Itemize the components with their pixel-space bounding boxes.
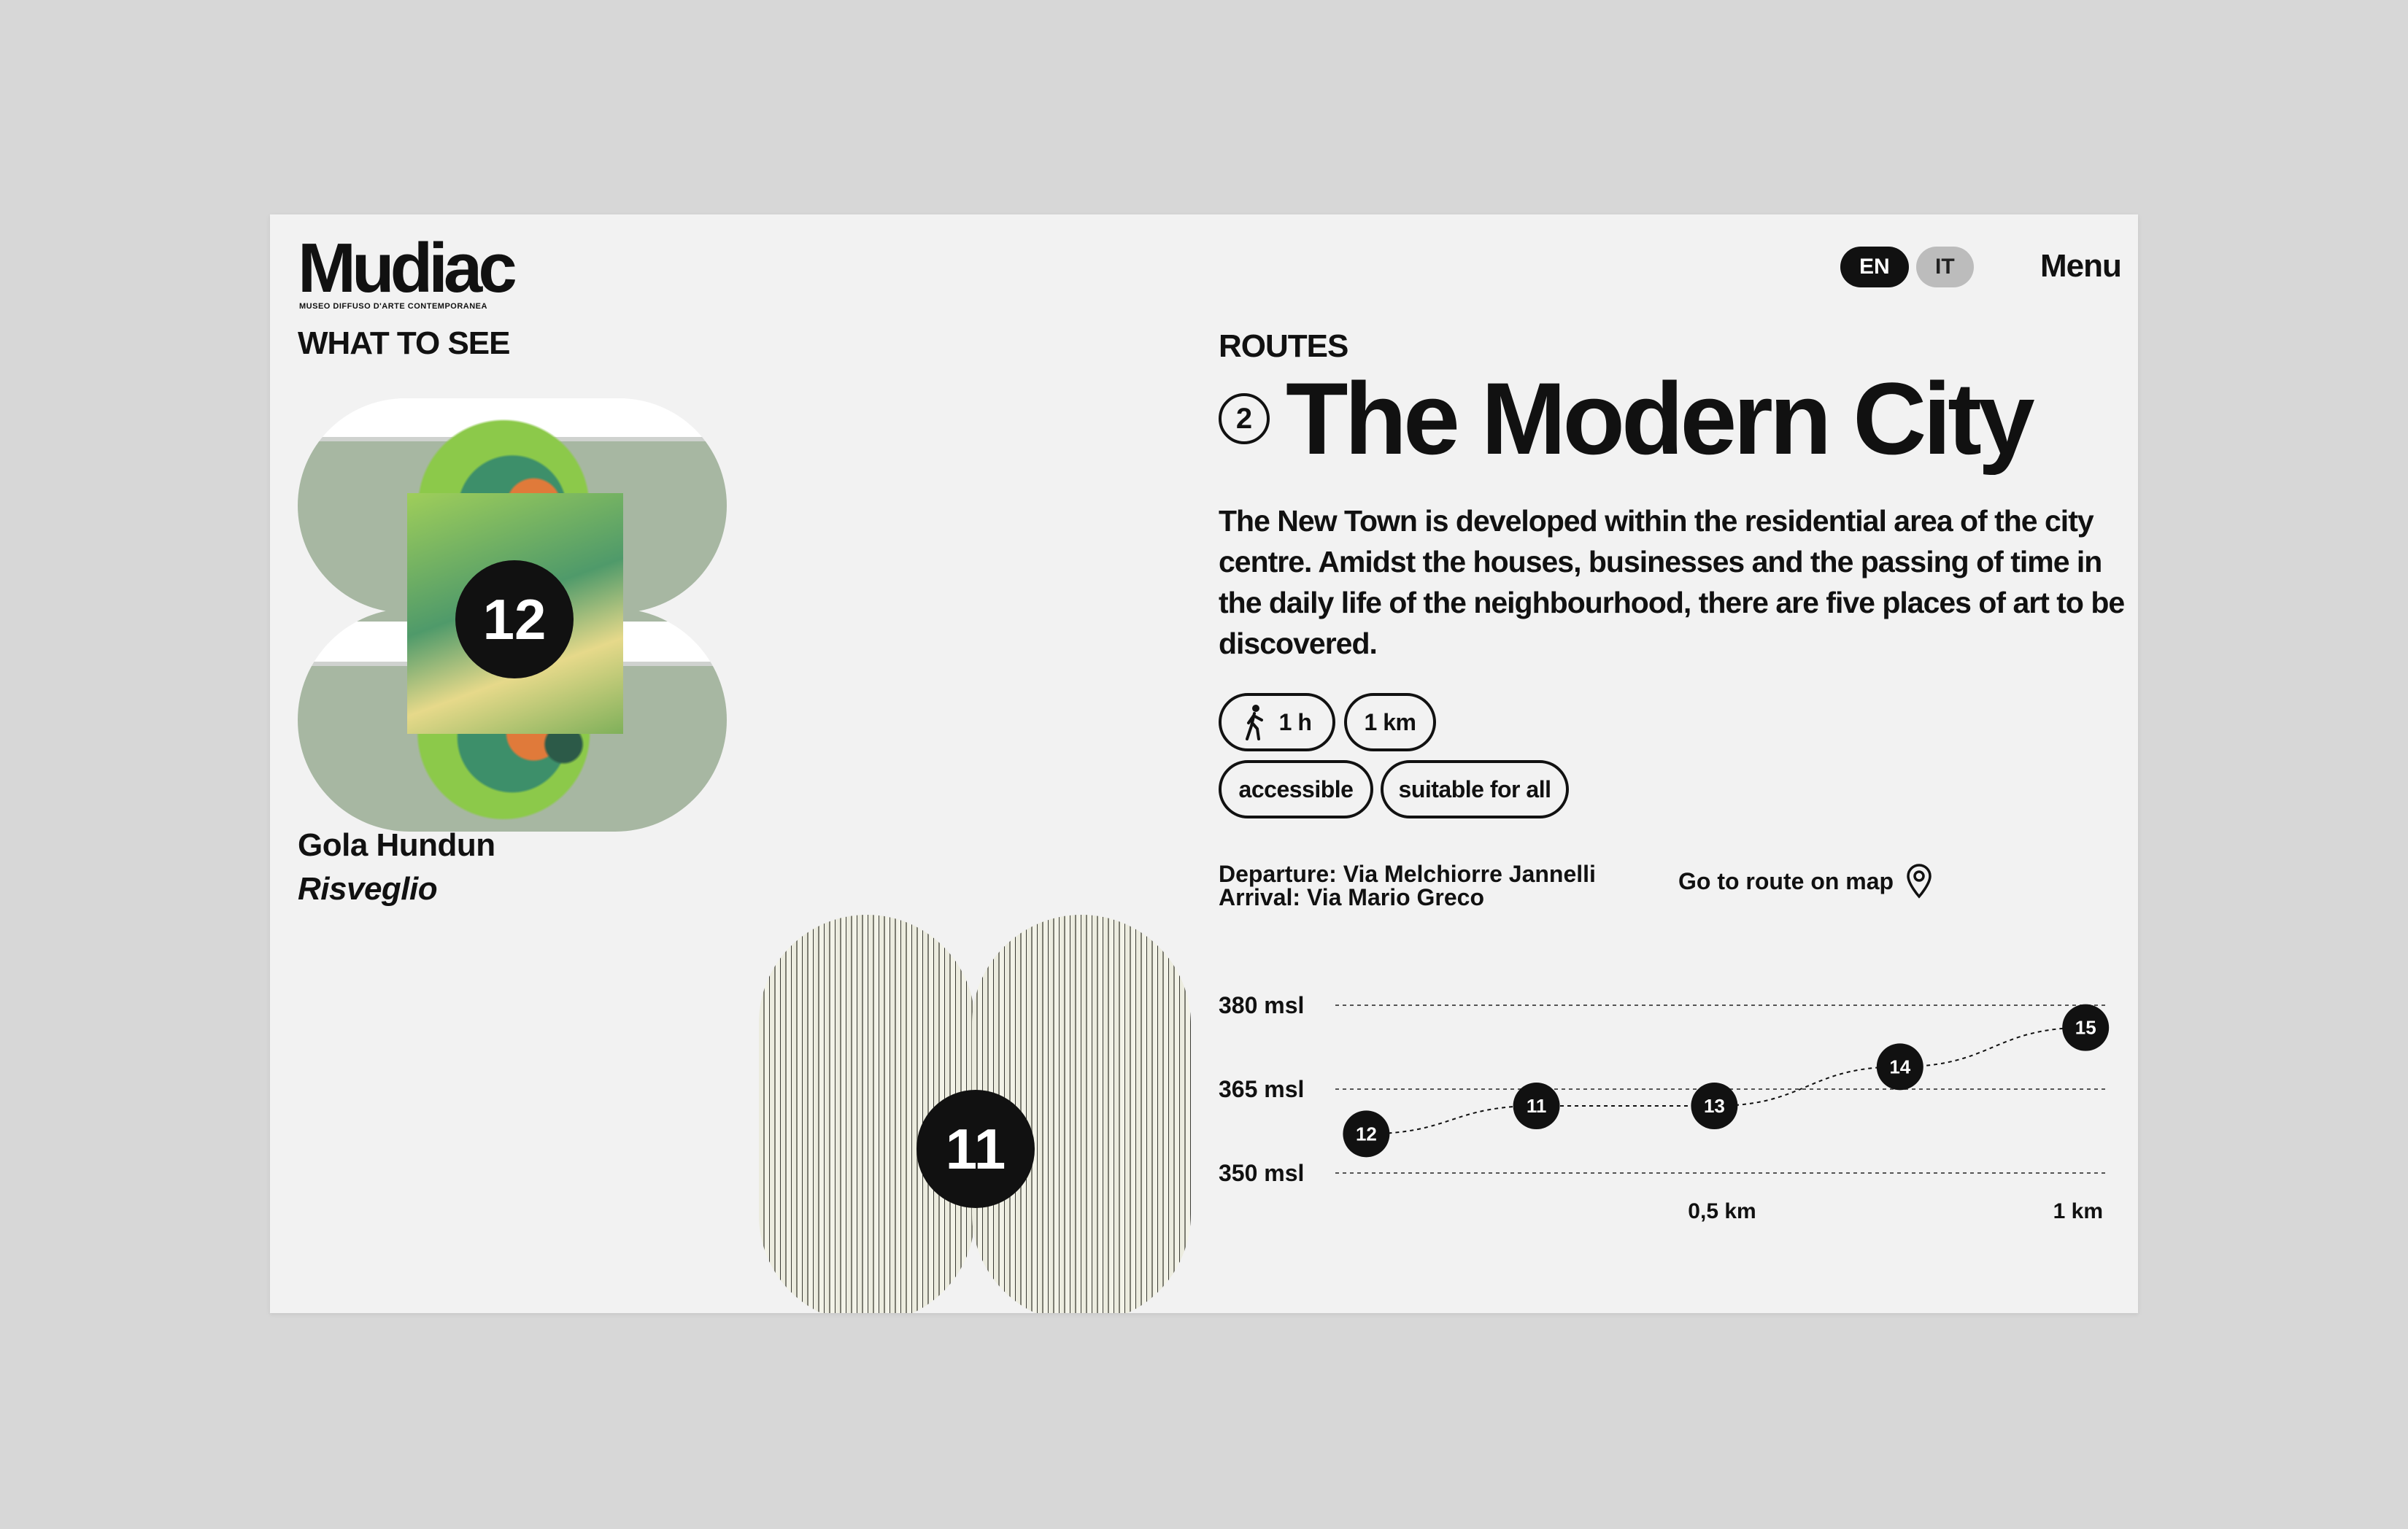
artwork-number-badge: 12 xyxy=(455,560,574,678)
duration-value: 1 h xyxy=(1278,708,1312,735)
y-tick-label: 365 msl xyxy=(1219,1076,1304,1102)
go-to-map-link[interactable]: Go to route on map xyxy=(1678,864,1933,899)
logo-subtitle: MUSEO DIFFUSO D'ARTE CONTEMPORANEA xyxy=(299,302,487,311)
language-it-button[interactable]: IT xyxy=(1916,247,1974,287)
route-stop-label: 13 xyxy=(1704,1095,1725,1117)
y-tick-label: 380 msl xyxy=(1219,992,1304,1018)
y-tick-label: 350 msl xyxy=(1219,1160,1304,1186)
artwork-card-11[interactable]: 11 xyxy=(759,915,1191,1313)
tag-pill-suitable-for-all: suitable for all xyxy=(1381,760,1569,818)
route-stop-point[interactable]: 12 xyxy=(1343,1110,1390,1158)
arrival-text: Arrival: Via Mario Greco xyxy=(1219,884,1484,910)
route-stop-label: 14 xyxy=(1889,1056,1910,1077)
route-heading: 2 The Modern City xyxy=(1219,361,2035,476)
route-stop-label: 15 xyxy=(2075,1017,2096,1039)
route-stop-label: 11 xyxy=(1527,1095,1547,1117)
route-stop-point[interactable]: 13 xyxy=(1691,1083,1738,1129)
route-stop-point[interactable]: 14 xyxy=(1876,1043,1923,1091)
routes-heading: ROUTES xyxy=(1219,328,1348,364)
logo[interactable]: Mudiac MUSEO DIFFUSO D'ARTE CONTEMPORANE… xyxy=(298,229,517,311)
x-tick-label: 1 km xyxy=(2053,1199,2103,1223)
artwork-card-12[interactable]: 12 xyxy=(298,398,727,832)
departure-text: Departure: Via Melchiorre Jannelli xyxy=(1219,861,1596,887)
route-stop-point[interactable]: 15 xyxy=(2062,1004,2110,1051)
tag-pill-accessible: accessible xyxy=(1219,760,1373,818)
walking-person-icon xyxy=(1245,705,1263,740)
route-stop-label: 12 xyxy=(1356,1123,1377,1145)
artwork-number-badge: 11 xyxy=(916,1090,1035,1208)
map-pin-icon xyxy=(1907,864,1932,899)
route-title: The Modern City xyxy=(1286,361,2035,476)
route-endpoints: Departure: Via Melchiorre Jannelli Arriv… xyxy=(1219,862,1596,909)
menu-button[interactable]: Menu xyxy=(2040,248,2122,284)
artwork-title[interactable]: Risveglio xyxy=(298,871,438,907)
duration-pill: 1 h xyxy=(1219,693,1335,751)
distance-pill: 1 km xyxy=(1344,693,1436,751)
map-link-label: Go to route on map xyxy=(1678,867,1894,894)
x-tick-label: 0,5 km xyxy=(1688,1199,1756,1223)
route-number-badge: 2 xyxy=(1219,393,1270,444)
route-description: The New Town is developed within the res… xyxy=(1219,504,2125,660)
logo-wordmark: Mudiac xyxy=(298,229,517,307)
site-frame: Mudiac MUSEO DIFFUSO D'ARTE CONTEMPORANE… xyxy=(270,214,2138,1313)
route-stop-point[interactable]: 11 xyxy=(1513,1083,1560,1129)
artwork-artist[interactable]: Gola Hundun xyxy=(298,827,495,864)
elevation-chart: 380 msl 365 msl 350 msl 0,5 km 1 km 12 11 13 1… xyxy=(1219,992,2110,1223)
language-en-button[interactable]: EN xyxy=(1840,247,1909,287)
what-to-see-heading: WHAT TO SEE xyxy=(298,325,510,361)
